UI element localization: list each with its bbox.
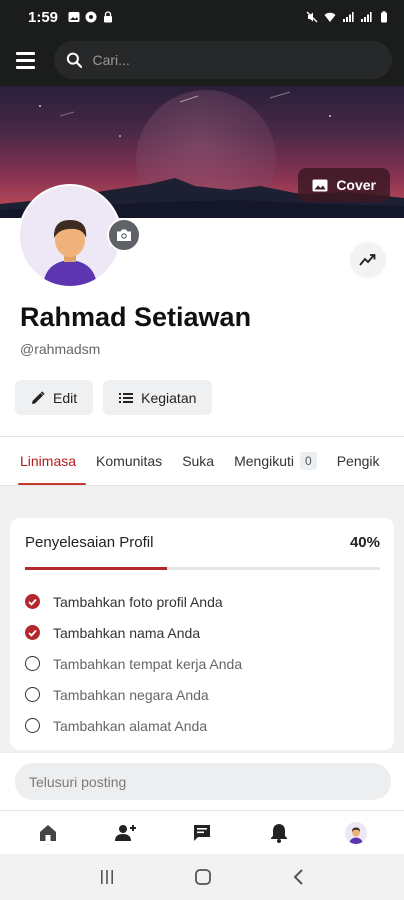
search-input[interactable] (92, 52, 380, 68)
completion-task-list: Tambahkan foto profil Anda Tambahkan nam… (25, 586, 242, 741)
tab-pengikut[interactable]: Pengik (336, 437, 380, 485)
task-label: Tambahkan negara Anda (53, 686, 209, 703)
trending-icon (359, 254, 376, 266)
nav-home[interactable] (28, 813, 68, 853)
profile-section: Rahmad Setiawan @rahmadsm Edit Kegiatan … (0, 184, 404, 486)
profile-username: @rahmadsm (20, 341, 101, 357)
profile-avatar[interactable] (18, 184, 141, 288)
avatar-image (20, 186, 120, 286)
post-search-input[interactable] (29, 773, 377, 790)
signal-icon (343, 12, 354, 22)
add-friend-icon (115, 824, 137, 841)
tab-label: Komunitas (96, 453, 163, 469)
profile-actions: Edit Kegiatan (15, 380, 213, 415)
status-notification-icons (68, 11, 114, 23)
post-search-box[interactable] (15, 763, 391, 800)
completion-title: Penyelesaian Profil (25, 534, 154, 551)
task-item[interactable]: Tambahkan tempat kerja Anda (25, 648, 242, 679)
profile-avatar-icon (344, 821, 367, 844)
battery-icon (381, 11, 387, 23)
recent-apps-icon[interactable] (99, 869, 115, 885)
lock-icon (104, 11, 113, 23)
app-header (0, 34, 404, 86)
status-system-icons (306, 11, 390, 23)
wifi-icon (324, 12, 336, 22)
cover-button-label: Cover (336, 177, 376, 193)
camera-button[interactable] (107, 218, 141, 252)
home-button-icon[interactable] (194, 868, 212, 886)
gallery-icon (68, 12, 80, 22)
completion-progress-fill (25, 567, 167, 570)
completion-progress-bar (25, 567, 380, 570)
profile-completion-card: Penyelesaian Profil 40% Tambahkan foto p… (10, 518, 394, 750)
task-label: Tambahkan tempat kerja Anda (53, 655, 243, 672)
tab-suka[interactable]: Suka (182, 437, 215, 485)
search-bar[interactable] (54, 41, 392, 79)
edit-label: Edit (53, 389, 78, 406)
status-bar: 1:59 (0, 0, 404, 34)
empty-circle-icon (25, 687, 40, 702)
edit-button[interactable]: Edit (15, 380, 94, 415)
list-icon (119, 392, 134, 403)
tab-linimasa[interactable]: Linimasa (17, 437, 87, 485)
task-label: Tambahkan nama Anda (53, 624, 201, 641)
profile-name: Rahmad Setiawan (20, 302, 252, 332)
completion-percent: 40% (349, 534, 380, 551)
app-icon (85, 11, 97, 23)
task-item[interactable]: Tambahkan alamat Anda (25, 710, 242, 741)
image-icon (312, 179, 328, 191)
task-item[interactable]: Tambahkan foto profil Anda (25, 586, 242, 617)
bottom-nav (0, 810, 404, 854)
activity-button[interactable] (350, 242, 386, 278)
activity-log-button[interactable]: Kegiatan (103, 380, 213, 415)
post-search-bar (0, 752, 404, 810)
camera-icon (117, 229, 131, 241)
task-item[interactable]: Tambahkan negara Anda (25, 679, 242, 710)
search-icon (66, 52, 83, 68)
tab-komunitas[interactable]: Komunitas (96, 437, 163, 485)
user-avatar-icon (43, 220, 97, 286)
tab-label: Mengikuti (234, 453, 295, 469)
empty-circle-icon (25, 718, 40, 733)
nav-add-friend[interactable] (105, 813, 145, 853)
home-icon (40, 824, 57, 841)
mute-icon (306, 11, 318, 23)
messages-icon (193, 824, 210, 841)
tab-label: Linimasa (20, 453, 77, 469)
task-item[interactable]: Tambahkan nama Anda (25, 617, 242, 648)
status-time: 1:59 (28, 8, 59, 26)
nav-profile[interactable] (336, 813, 376, 853)
back-icon[interactable] (291, 868, 305, 886)
cover-button[interactable]: Cover (298, 168, 390, 202)
empty-circle-icon (25, 656, 40, 671)
tab-mengikuti[interactable]: Mengikuti 0 (234, 437, 317, 485)
pencil-icon (32, 390, 45, 404)
tab-label: Suka (182, 453, 215, 469)
nav-notifications[interactable] (259, 813, 299, 853)
profile-tabs: Linimasa Komunitas Suka Mengikuti 0 Pengi… (0, 436, 404, 486)
notifications-icon (270, 823, 287, 843)
task-label: Tambahkan alamat Anda (53, 717, 208, 734)
task-label: Tambahkan foto profil Anda (53, 593, 223, 610)
check-circle-icon (25, 625, 40, 640)
tab-count-badge: 0 (300, 452, 317, 470)
tab-label: Pengik (336, 453, 380, 469)
activity-log-label: Kegiatan (141, 389, 197, 406)
nav-messages[interactable] (182, 813, 222, 853)
signal-2-icon (361, 12, 372, 22)
system-nav-bar (0, 854, 404, 900)
menu-icon[interactable] (16, 48, 40, 72)
check-circle-icon (25, 594, 40, 609)
